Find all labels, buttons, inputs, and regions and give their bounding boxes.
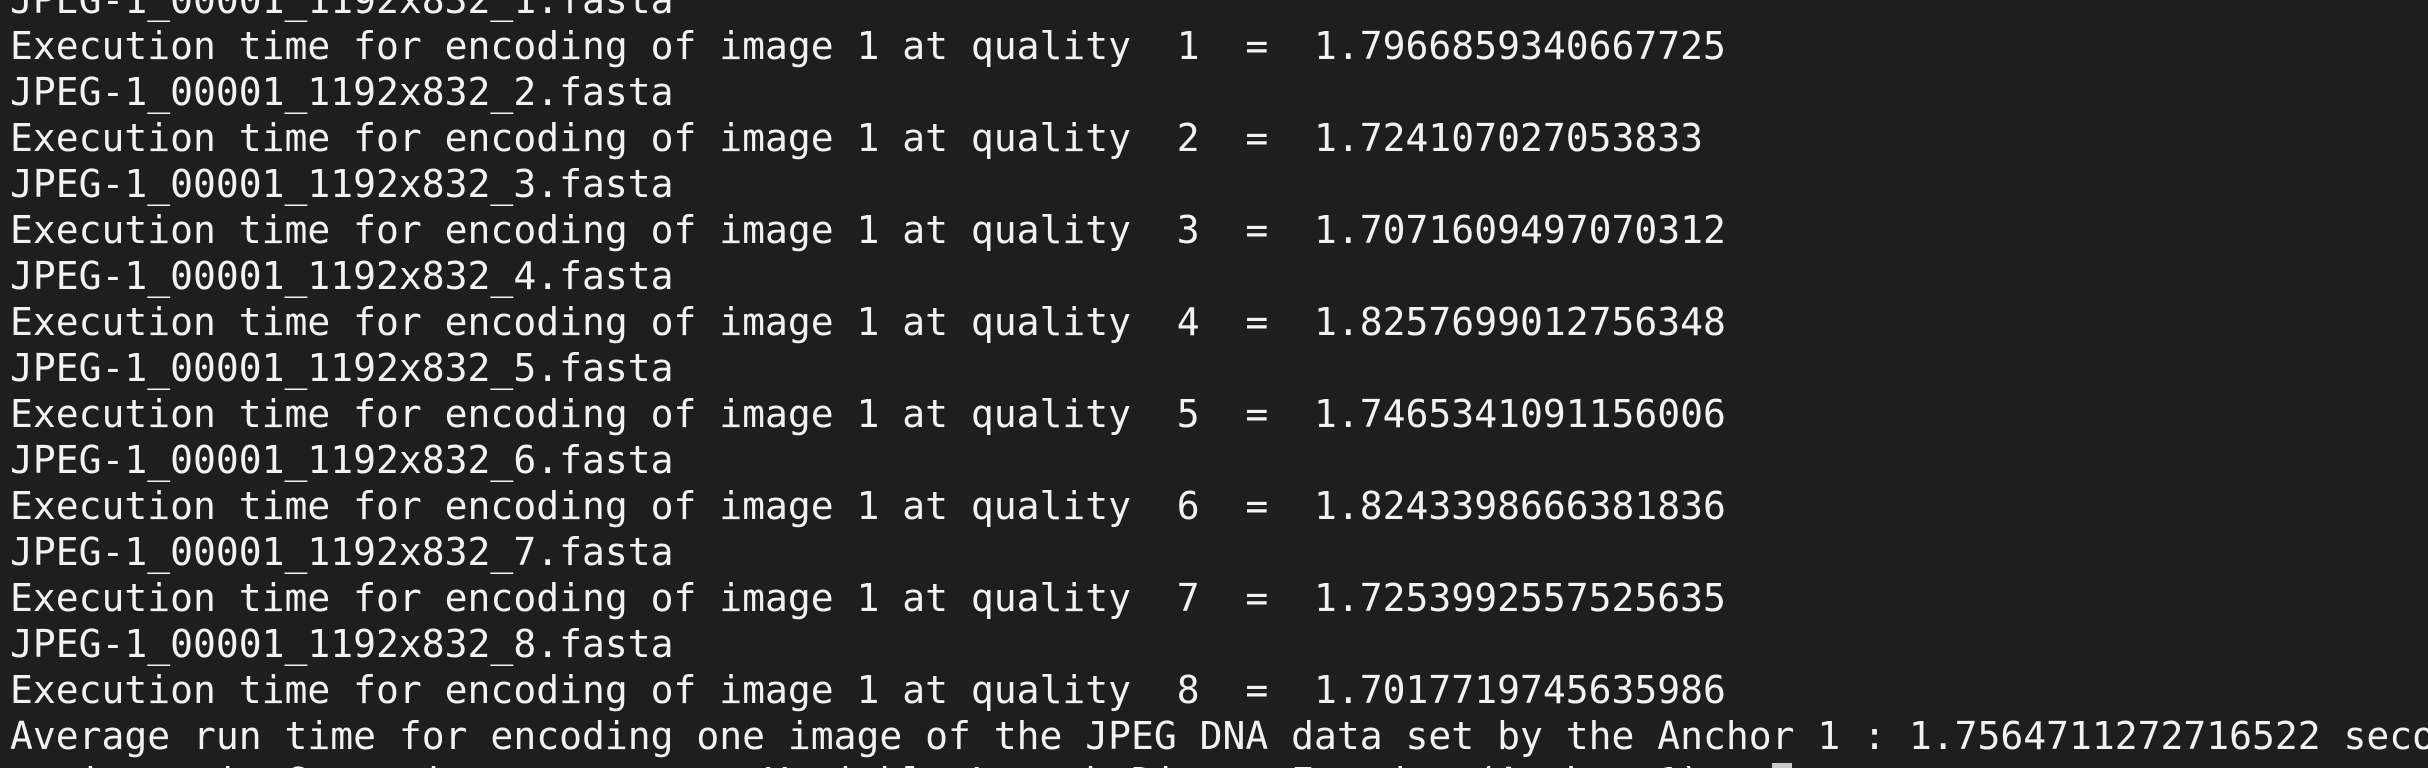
output-line: Execution time for encoding of image 1 a… (10, 484, 1726, 528)
output-line: JPEG-1_00001_1192x832_4.fasta (10, 254, 674, 298)
output-line: Execution time for encoding of image 1 a… (10, 668, 1726, 712)
output-line: JPEG-1_00001_1192x832_1.fasta (10, 0, 674, 22)
output-line: Execution time for encoding of image 1 a… (10, 576, 1726, 620)
output-line: Execution time for encoding of image 1 a… (10, 116, 1703, 160)
output-line: JPEG-1_00001_1192x832_5.fasta (10, 346, 674, 390)
shell-prompt: ...ing-main Coo...ing on...t...e Variabl… (10, 760, 1749, 768)
prompt-line[interactable]: ...ing-main Coo...ing on...t...e Variabl… (10, 759, 2428, 768)
output-line: JPEG-1_00001_1192x832_3.fasta (10, 162, 674, 206)
output-line: Execution time for encoding of image 1 a… (10, 208, 1726, 252)
output-line: JPEG-1_00001_1192x832_7.fasta (10, 530, 674, 574)
output-line: Execution time for encoding of image 1 a… (10, 300, 1726, 344)
output-line: JPEG-1_00001_1192x832_6.fasta (10, 438, 674, 482)
output-line: JPEG-1_00001_1192x832_8.fasta (10, 622, 674, 666)
text-cursor (1771, 763, 1792, 768)
terminal-output: JPEG-1_00001_1192x832_1.fasta Execution … (10, 0, 2428, 768)
output-line: JPEG-1_00001_1192x832_2.fasta (10, 70, 674, 114)
output-line: Execution time for encoding of image 1 a… (10, 24, 1726, 68)
terminal-window[interactable]: JPEG-1_00001_1192x832_1.fasta Execution … (0, 0, 2428, 768)
output-line: Average run time for encoding one image … (10, 714, 2428, 758)
output-line: Execution time for encoding of image 1 a… (10, 392, 1726, 436)
